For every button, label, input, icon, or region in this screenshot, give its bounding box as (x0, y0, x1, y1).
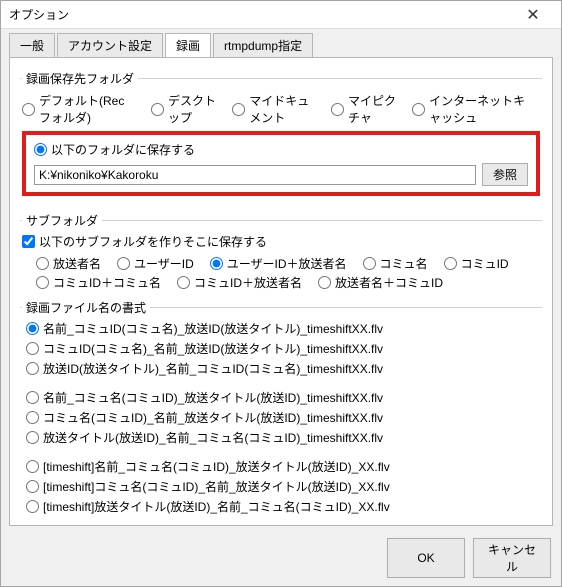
cancel-button[interactable]: キャンセル (473, 538, 551, 578)
radio-dest-mydoc[interactable]: マイドキュメント (232, 92, 315, 126)
radio-sub-commuid-broadcaster[interactable]: コミュID＋放送者名 (177, 274, 302, 291)
radio-fmt-4[interactable]: 名前_コミュ名(コミュID)_放送タイトル(放送ID)_timeshiftXX.… (26, 389, 540, 406)
radio-sub-commuid[interactable]: コミュID (444, 255, 509, 272)
radio-fmt-5[interactable]: コミュ名(コミュID)_名前_放送タイトル(放送ID)_timeshiftXX.… (26, 409, 540, 426)
radio-fmt-3[interactable]: 放送ID(放送タイトル)_名前_コミュID(コミュ名)_timeshiftXX.… (26, 360, 540, 377)
close-icon[interactable]: ✕ (513, 5, 553, 25)
radio-dest-default[interactable]: デフォルト(Recフォルダ) (22, 92, 135, 126)
radio-fmt-7[interactable]: [timeshift]名前_コミュ名(コミュID)_放送タイトル(放送ID)_X… (26, 458, 540, 475)
radio-sub-broadcaster-commuid[interactable]: 放送者名＋コミュID (318, 274, 443, 291)
dialog-footer: OK キャンセル (1, 532, 561, 586)
check-create-subfolder[interactable]: 以下のサブフォルダを作りそこに保存する (22, 233, 267, 250)
radio-fmt-6[interactable]: 放送タイトル(放送ID)_名前_コミュ名(コミュID)_timeshiftXX.… (26, 429, 540, 446)
radio-dest-custom[interactable]: 以下のフォルダに保存する (34, 141, 195, 158)
group-destination-legend: 録画保存先フォルダ (22, 70, 138, 87)
radio-sub-communame[interactable]: コミュ名 (363, 255, 428, 272)
radio-sub-userid[interactable]: ユーザーID (117, 255, 194, 272)
titlebar: オプション ✕ (1, 1, 561, 29)
group-filename-format: 録画ファイル名の書式 名前_コミュID(コミュ名)_放送ID(放送タイトル)_t… (20, 299, 542, 526)
group-destination: 録画保存先フォルダ デフォルト(Recフォルダ) デスクトップ マイドキュメント… (20, 70, 542, 204)
group-subfolder: サブフォルダ 以下のサブフォルダを作りそこに保存する 放送者名 ユーザーID ユ… (20, 212, 542, 291)
browse-button[interactable]: 参照 (482, 163, 528, 186)
ok-button[interactable]: OK (387, 538, 465, 578)
highlight-custom-folder: 以下のフォルダに保存する 参照 (22, 131, 540, 196)
radio-sub-broadcaster[interactable]: 放送者名 (36, 255, 101, 272)
window-title: オプション (9, 6, 69, 23)
radio-fmt-2[interactable]: コミュID(コミュ名)_名前_放送ID(放送タイトル)_timeshiftXX.… (26, 340, 540, 357)
radio-sub-commuid-name[interactable]: コミュID＋コミュ名 (36, 274, 161, 291)
group-subfolder-legend: サブフォルダ (22, 212, 102, 229)
group-filename-format-legend: 録画ファイル名の書式 (22, 299, 150, 316)
tab-record[interactable]: 録画 (165, 33, 211, 57)
tab-strip: 一般 アカウント設定 録画 rtmpdump指定 (1, 29, 561, 57)
radio-dest-mypic[interactable]: マイピクチャ (331, 92, 396, 126)
radio-fmt-1[interactable]: 名前_コミュID(コミュ名)_放送ID(放送タイトル)_timeshiftXX.… (26, 320, 540, 337)
tab-general[interactable]: 一般 (9, 33, 55, 57)
radio-sub-userid-broadcaster[interactable]: ユーザーID＋放送者名 (210, 255, 347, 272)
tab-panel-record: 録画保存先フォルダ デフォルト(Recフォルダ) デスクトップ マイドキュメント… (9, 57, 553, 526)
radio-fmt-9[interactable]: [timeshift]放送タイトル(放送ID)_名前_コミュ名(コミュID)_X… (26, 498, 540, 515)
radio-dest-inetcache[interactable]: インターネットキャッシュ (412, 92, 530, 126)
radio-dest-desktop[interactable]: デスクトップ (151, 92, 216, 126)
tab-account[interactable]: アカウント設定 (57, 33, 163, 57)
input-dest-path[interactable] (34, 165, 476, 185)
tab-rtmpdump[interactable]: rtmpdump指定 (213, 33, 313, 57)
radio-fmt-8[interactable]: [timeshift]コミュ名(コミュID)_名前_放送タイトル(放送ID)_X… (26, 478, 540, 495)
options-window: オプション ✕ 一般 アカウント設定 録画 rtmpdump指定 録画保存先フォ… (0, 0, 562, 587)
